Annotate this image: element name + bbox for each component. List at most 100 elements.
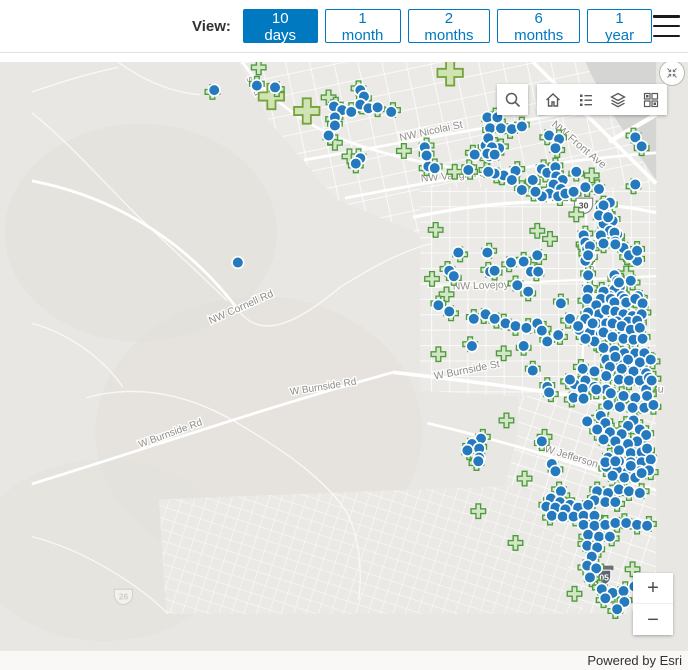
incident-dot[interactable] [646,398,661,412]
incident-dot[interactable] [542,385,556,399]
incident-dot[interactable] [468,147,482,162]
incident-dot[interactable] [515,119,529,134]
incident-dot[interactable] [517,339,531,353]
incident-dot[interactable] [508,319,523,333]
incident-dot[interactable] [488,312,502,326]
incident-dot[interactable] [566,185,581,199]
incident-dot[interactable] [580,414,594,428]
incident-dot[interactable] [428,161,442,175]
incident-dot[interactable] [465,339,479,353]
incident-dot[interactable] [531,264,545,279]
incident-dot[interactable] [471,454,485,468]
incident-dot[interactable] [451,245,465,260]
incident-dot[interactable] [481,165,495,179]
incident-dot[interactable] [599,369,613,383]
incident-dot[interactable] [604,386,618,400]
incident-dot[interactable] [583,570,597,585]
zoom-in-button[interactable]: + [633,573,673,604]
incident-dot[interactable] [581,268,595,282]
incident-dot[interactable] [488,264,502,278]
incident-dot[interactable] [617,470,632,485]
incident-dot[interactable] [578,332,593,346]
incident-dot[interactable] [554,296,568,311]
incident-dot[interactable] [616,584,631,598]
incident-dot[interactable] [644,452,658,467]
incident-dot[interactable] [517,255,531,269]
incident-dot[interactable] [528,185,543,199]
incident-dot[interactable] [592,529,606,544]
incident-dot[interactable] [635,466,649,480]
incident-dot[interactable] [488,147,502,162]
incident-dot[interactable] [645,373,659,388]
incident-dot[interactable] [480,245,495,260]
view-button-2-months[interactable]: 2 months [407,9,491,44]
incident-dot[interactable] [576,362,590,376]
incident-dot[interactable] [554,484,568,498]
incident-dot[interactable] [630,244,644,258]
incident-dot[interactable] [526,363,540,378]
incident-dot[interactable] [635,139,649,154]
incident-dot[interactable] [504,255,518,270]
incident-dot[interactable] [268,80,282,95]
incident-dot[interactable] [608,516,622,530]
incident-dot[interactable] [640,441,654,456]
incident-dot[interactable] [598,591,612,605]
legend-button[interactable] [569,84,602,115]
incident-dot[interactable] [610,602,624,616]
incident-dot[interactable] [612,275,626,290]
incident-dot[interactable] [442,304,456,319]
view-button-1-year[interactable]: 1 year [587,9,653,44]
incident-dot[interactable] [510,278,524,292]
incident-dot[interactable] [596,236,611,251]
incident-dot[interactable] [625,401,640,415]
incident-dot[interactable] [622,373,636,388]
incident-dot[interactable] [548,464,563,478]
incident-dot[interactable] [624,459,638,473]
incident-dot[interactable] [370,100,385,114]
incident-dot[interactable] [431,298,446,312]
incident-dot[interactable] [467,312,481,326]
incident-dot[interactable] [321,128,336,143]
incident-dot[interactable] [548,141,563,155]
incident-dot[interactable] [628,177,642,192]
incident-dot[interactable] [581,528,595,542]
incident-dot[interactable] [207,83,221,97]
incident-dot[interactable] [231,255,245,270]
basemap-button[interactable] [634,84,667,115]
incident-dot[interactable] [603,529,617,544]
incident-dot[interactable] [460,443,475,458]
incident-dot[interactable] [644,353,658,367]
incident-dot[interactable] [612,443,626,458]
incident-dot[interactable] [535,434,549,448]
incident-dot[interactable] [571,319,585,333]
incident-dot[interactable] [545,509,559,523]
incident-dot[interactable] [530,248,544,262]
incident-dot[interactable] [615,362,629,376]
view-button-6-months[interactable]: 6 months [497,9,581,44]
incident-dot[interactable] [505,173,519,187]
incident-dot[interactable] [250,78,264,93]
incident-dot[interactable] [526,173,540,187]
view-button-10-days[interactable]: 10 days [242,9,318,44]
incident-dot[interactable] [608,495,622,509]
incident-dot[interactable] [447,269,461,283]
incident-dot[interactable] [581,498,595,512]
incident-dot[interactable] [569,165,583,179]
home-button[interactable] [537,84,570,115]
hamburger-menu-button[interactable] [652,12,681,40]
incident-dot[interactable] [551,328,565,342]
incident-dot[interactable] [586,316,600,330]
incident-dot[interactable] [619,516,633,530]
incident-dot[interactable] [596,432,611,447]
incident-dot[interactable] [616,389,631,403]
incident-dot[interactable] [635,332,650,346]
incident-dot[interactable] [576,392,591,406]
incident-dot[interactable] [601,398,615,412]
view-button-1-month[interactable]: 1 month [324,9,401,44]
incident-dot[interactable] [581,248,595,262]
incident-dot[interactable] [605,330,620,344]
incident-dot[interactable] [589,382,603,397]
incident-dot[interactable] [601,210,615,224]
incident-dot[interactable] [592,182,606,196]
incident-dot[interactable] [633,321,647,335]
